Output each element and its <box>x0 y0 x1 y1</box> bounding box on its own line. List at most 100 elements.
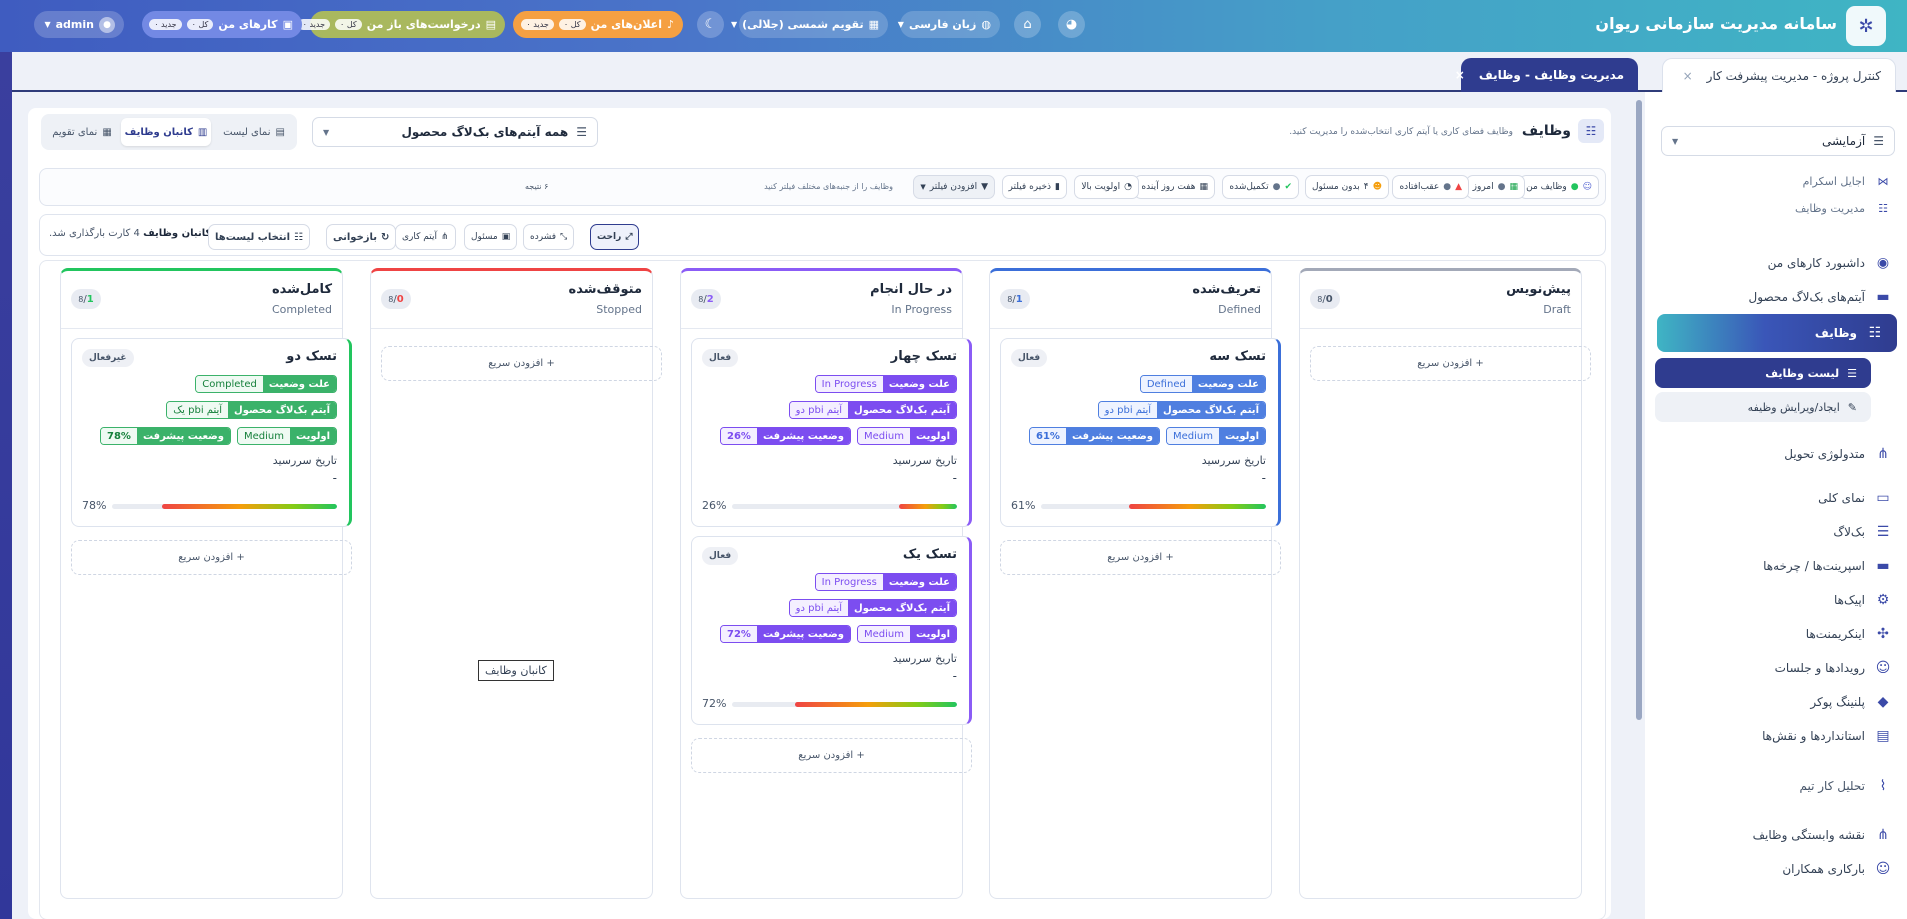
column-count-badge: 1/8 <box>1000 289 1030 309</box>
kanban-title: کانبان وظایف 4 کارت بارگذاری شد. <box>49 228 211 239</box>
sidebar-item-dependency-map[interactable]: ⋔ نقشه وابستگی وظایف <box>1753 825 1893 845</box>
sidebar-item-tasks[interactable]: ☷ وظایف <box>1657 314 1897 352</box>
sidebar-item-analytics[interactable]: ⌇ تحلیل کار تیم <box>1799 776 1893 796</box>
palette-icon[interactable]: ◕ <box>1058 11 1085 38</box>
sidebar-item-standards[interactable]: ▤ استانداردها و نقش‌ها <box>1762 726 1893 746</box>
view-list-button[interactable]: ▤ نمای لیست <box>215 118 293 146</box>
sidebar-item-events[interactable]: ☺ رویدادها و جلسات <box>1775 658 1893 678</box>
backlog-icon: ☰ <box>1876 524 1890 540</box>
view-kanban-button[interactable]: ▥ کانبان وظایف <box>121 118 211 146</box>
filter-chip-completed[interactable]: ✔ ● تکمیل‌شده <box>1222 175 1299 199</box>
list-icon: ▤ <box>275 126 285 138</box>
sidebar-item-epics[interactable]: ⚙ اپیک‌ها <box>1834 590 1893 610</box>
close-icon[interactable]: × <box>1455 68 1465 82</box>
moon-icon[interactable]: ☾ <box>697 11 724 38</box>
filter-chip-no-owner[interactable]: ☻ ۴ بدون مسئول <box>1304 175 1389 199</box>
choose-lists-button[interactable]: ☷ انتخاب لیست‌ها <box>208 224 311 250</box>
sidebar-item-poker[interactable]: ◆ پلنینگ پوکر <box>1810 692 1893 712</box>
sidebar-item-overview[interactable]: ▭ نمای کلی <box>1818 488 1893 508</box>
backlog-select[interactable]: ☰ همه آیتم‌های بک‌لاگ محصول ▼ <box>312 117 598 147</box>
quick-add-button[interactable]: + افزودن سریع <box>71 540 352 575</box>
sidebar-item-backlog-items[interactable]: ▬ آیتم‌های بک‌لاگ محصول <box>1749 287 1893 307</box>
sidebar-section-scrum[interactable]: ⋈ اجایل اسکرام <box>1803 171 1893 191</box>
backlog-item-tag: آیتم بک‌لاگ محصول آیتم pbi یک <box>166 401 337 419</box>
sidebar-item-workload[interactable]: ☺ بارکاری همکاران <box>1782 859 1893 879</box>
bank-icon[interactable]: ⌂ <box>1014 11 1041 38</box>
group-work-item-button[interactable]: ⋔ آیتم کاری <box>395 224 456 250</box>
density-comfortable-button[interactable]: ⤢ راحت <box>590 224 640 250</box>
density-compact-button[interactable]: ⤡ فشرده <box>523 224 575 250</box>
task-card[interactable]: تسک چهار فعال علت وضعیت In Progress آیتم… <box>691 338 972 527</box>
progress-bar <box>112 504 337 509</box>
sidebar-subitem-edit-task[interactable]: ✎ ایجاد/ویرایش وظیفه <box>1655 392 1871 422</box>
my-tasks-button[interactable]: ▣ کارهای من کل ۰ جدید ۰ <box>142 11 302 38</box>
column-subtitle: Stopped <box>596 303 642 316</box>
language-select[interactable]: ◍ زبان فارسی ▼ <box>898 11 1000 38</box>
kanban-column-in-progress: در حال انجام In Progress 2/8 تسک چهار فع… <box>680 268 972 899</box>
hierarchy-icon: ⋔ <box>441 232 449 242</box>
reload-button[interactable]: ↻ بازخوانی <box>326 224 397 250</box>
filter-chip-next-week[interactable]: ▦ هفت روز آینده <box>1134 175 1215 199</box>
column-count-badge: 0/8 <box>381 289 411 309</box>
filter-chip-my-tasks[interactable]: ☺ ● وظایف من <box>1519 175 1599 199</box>
add-filter-button[interactable]: ▼ افزودن فیلتر ▼ <box>913 175 995 199</box>
kanban-toolbar: کانبان وظایف 4 کارت بارگذاری شد. ☷ انتخاب… <box>39 214 1606 256</box>
card-title: تسک دو <box>286 349 337 364</box>
tasks-icon: ☷ <box>1868 325 1882 341</box>
chevron-down-icon: ▼ <box>323 127 330 137</box>
task-card[interactable]: تسک سه فعال علت وضعیت Defined آیتم بک‌لا… <box>1000 338 1281 527</box>
quick-add-button[interactable]: + افزودن سریع <box>1000 540 1281 575</box>
quick-add-button[interactable]: + افزودن سریع <box>691 738 972 773</box>
filter-chip-today[interactable]: ▦ ● امروز <box>1465 175 1525 199</box>
sidebar-item-increments[interactable]: ✣ اینکریمنت‌ها <box>1806 624 1893 644</box>
sidebar-subitem-task-list[interactable]: ☰ لیست وظایف <box>1655 358 1871 388</box>
user-menu[interactable]: ● admin ▼ <box>34 11 124 38</box>
column-subtitle: Defined <box>1218 303 1261 316</box>
task-card[interactable]: تسک دو غیرفعال علت وضعیت Completed آیتم … <box>71 338 352 527</box>
top-header: ✲ سامانه مدیریت سازمانی ریوان ◕ ⌂ ◍ زبان… <box>0 0 1907 52</box>
filter-results: ۶ نتیجه <box>525 182 549 191</box>
save-filter-button[interactable]: ▮ ذخیره فیلتر <box>1001 175 1067 199</box>
page-subtitle: وظایف فضای کاری یا آیتم کاری انتخاب‌شده … <box>1289 127 1513 137</box>
sidebar-item-methodology[interactable]: ⋔ متدولوژی تحویل <box>1784 444 1893 464</box>
filter-chip-high-priority[interactable]: ◔ اولویت بالا <box>1074 175 1139 199</box>
group-owner-button[interactable]: ▣ مسئول <box>464 224 518 250</box>
column-header: متوقف‌شده Stopped 0/8 <box>371 271 652 329</box>
tab-project-control[interactable]: کنترل پروژه - مدیریت پیشرفت کار × <box>1662 58 1896 92</box>
filter-chip-overdue[interactable]: ▲ ● عقب‌افتاده <box>1392 175 1469 199</box>
view-calendar-button[interactable]: ▦ نمای تقویم <box>45 118 119 146</box>
sort-icon: ☰ <box>1873 134 1884 148</box>
progress-fill <box>795 702 957 707</box>
column-count-badge: 2/8 <box>691 289 721 309</box>
announcements-button[interactable]: ♪ اعلان‌های من کل ۰ جدید ۰ <box>513 11 683 38</box>
status-badge: فعال <box>1011 349 1048 367</box>
epics-icon: ⚙ <box>1876 592 1890 608</box>
analytics-icon: ⌇ <box>1879 778 1887 794</box>
quick-add-button[interactable]: + افزودن سریع <box>381 346 662 381</box>
main-scrollbar[interactable] <box>1636 100 1642 720</box>
progress-bar <box>732 702 957 707</box>
priority-icon: ◔ <box>1124 182 1132 192</box>
calendar-select[interactable]: ▦ تقویم شمسی (جلالی) ▼ <box>731 11 888 38</box>
sidebar-item-backlog[interactable]: ☰ بک‌لاگ <box>1833 522 1893 542</box>
quick-add-button[interactable]: + افزودن سریع <box>1310 346 1591 381</box>
due-date-label: تاریخ سررسید <box>892 652 957 665</box>
backlog-item-tag: آیتم بک‌لاگ محصول آیتم pbi دو <box>788 401 957 419</box>
empty-kanban-label: کانبان وظایف <box>478 660 554 681</box>
tasks-icon: ☷ <box>1578 119 1604 143</box>
priority-tag: اولویت Medium <box>856 427 957 445</box>
sidebar-section-task-management[interactable]: ☷ مدیریت وظایف <box>1795 198 1893 218</box>
close-icon[interactable]: × <box>1683 69 1693 83</box>
sidebar-item-dashboard[interactable]: ◉ داشبورد کارهای من <box>1768 253 1893 273</box>
progress-percent: 26% <box>702 499 727 512</box>
tab-task-management[interactable]: مدیریت وظایف - وظایف × <box>1455 58 1638 92</box>
progress-percent: 72% <box>702 697 727 710</box>
project-select[interactable]: ☰ آزمایشی ▼ <box>1661 126 1895 156</box>
priority-tag: اولویت Medium <box>236 427 337 445</box>
column-title: تعریف‌شده <box>1192 282 1261 297</box>
refresh-icon: ↻ <box>381 231 390 243</box>
open-requests-button[interactable]: ▤ درخواست‌های باز من کل ۰ جدید ۰ <box>297 11 505 38</box>
task-card[interactable]: تسک یک فعال علت وضعیت In Progress آیتم ب… <box>691 536 972 725</box>
chevron-down-icon: ▼ <box>920 183 926 191</box>
sidebar-item-sprints[interactable]: ▬ اسپرینت‌ها / چرخه‌ها <box>1763 556 1893 576</box>
